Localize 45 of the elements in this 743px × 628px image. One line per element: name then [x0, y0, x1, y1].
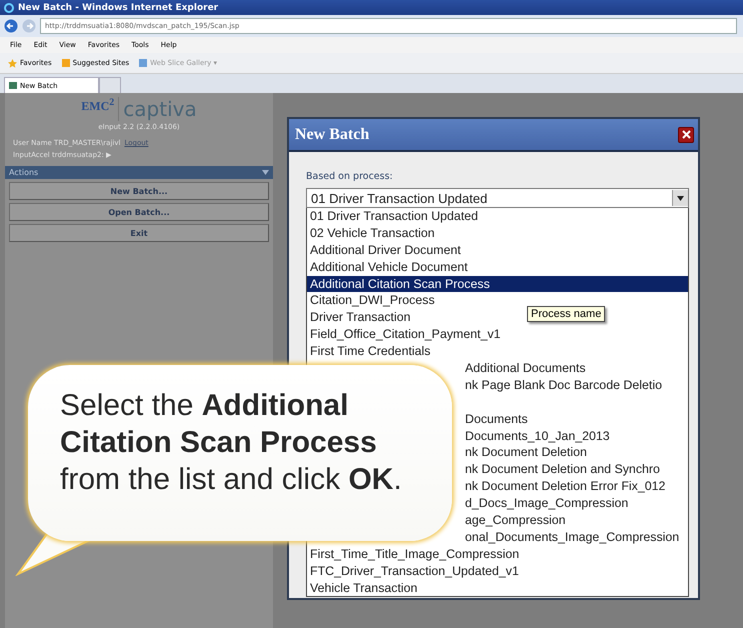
action-button[interactable]: New Batch...	[9, 182, 269, 200]
caret-icon	[677, 196, 684, 200]
list-option[interactable]: Driver Transaction	[310, 310, 411, 324]
site-icon	[62, 59, 70, 67]
list-option[interactable]: d_Docs_Image_Compression	[465, 496, 628, 510]
list-option[interactable]: FTC_Driver_Transaction_Updated_v1	[310, 564, 519, 578]
list-option[interactable]: nk Document Deletion	[465, 445, 587, 460]
dialog-title: New Batch	[295, 126, 370, 144]
list-option[interactable]: Additional Vehicle Document	[310, 260, 468, 274]
back-icon[interactable]	[4, 19, 18, 33]
product-name: captiva	[118, 97, 197, 121]
list-option[interactable]: nk Document Deletion Error Fix_012	[465, 479, 666, 494]
star-icon	[8, 58, 17, 68]
callout-text: Select the Additional Citation Scan Process from the list and click OK.	[60, 388, 403, 498]
close-button[interactable]	[678, 126, 694, 142]
list-option[interactable]: 02 Vehicle Transaction	[310, 226, 435, 240]
list-option[interactable]: Additional Documents	[465, 361, 586, 376]
action-button[interactable]: Open Batch...	[9, 203, 269, 221]
list-option[interactable]: First Time Credentials	[310, 344, 430, 358]
list-option[interactable]: Vehicle Transaction	[310, 580, 418, 595]
browser-icon	[4, 2, 14, 12]
list-option[interactable]: Documents	[465, 412, 528, 426]
list-option[interactable]: onal_Documents_Image_Compression	[465, 530, 680, 544]
actions-title: Actions	[9, 168, 38, 177]
site-icon	[139, 59, 148, 67]
action-button[interactable]: Exit	[9, 224, 269, 242]
list-option[interactable]: nk Document Deletion and Synchro	[465, 462, 660, 476]
list-option[interactable]: Documents_10_Jan_2013	[465, 428, 610, 443]
process-dropdown[interactable]: 01 Driver Transaction Updated	[306, 188, 689, 208]
list-option[interactable]: Field_Office_Citation_Payment_v1	[310, 327, 501, 342]
list-option[interactable]: Additional Citation Scan Process	[307, 276, 688, 292]
list-option[interactable]: First_Time_Title_Image_Compression	[310, 546, 520, 561]
list-option[interactable]: age_Compression	[465, 513, 566, 528]
field-label: Based on process:	[306, 171, 394, 182]
list-option[interactable]: 01 Driver Transaction Updated	[310, 209, 478, 223]
caret-icon	[262, 170, 269, 175]
list-option[interactable]: Additional Driver Document	[310, 242, 461, 257]
list-option[interactable]: nk Page Blank Doc Barcode Deletio	[465, 378, 662, 392]
actions-header[interactable]: Actions	[5, 166, 273, 179]
close-icon	[682, 130, 690, 139]
tooltip: Process name	[527, 306, 606, 322]
page-icon	[9, 82, 17, 89]
logo-text: EMC$^{2}$	[81, 97, 114, 114]
window-title: New Batch - Windows Internet Explorer	[18, 2, 218, 12]
list-option[interactable]: Citation_DWI_Process	[310, 293, 435, 308]
